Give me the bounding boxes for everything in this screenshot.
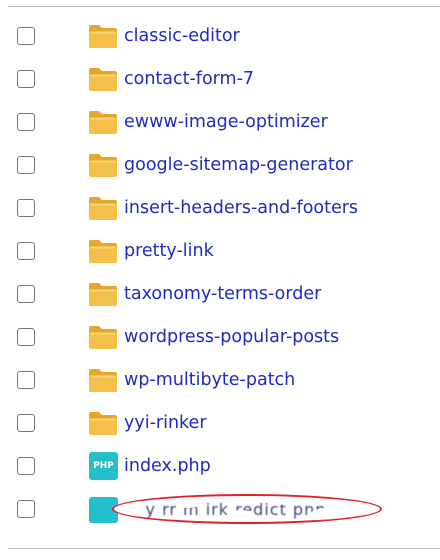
folder-icon [88, 66, 118, 92]
file-list: classic-editor contact-form-7 ewww-image-o… [0, 15, 440, 531]
file-row: wp-multibyte-patch [0, 359, 440, 402]
file-row: contact-form-7 [0, 58, 440, 101]
row-checkbox[interactable] [17, 500, 35, 518]
folder-link[interactable]: wp-multibyte-patch [124, 368, 295, 392]
folder-link[interactable]: google-sitemap-generator [124, 153, 353, 177]
file-row: ewww-image-optimizer [0, 101, 440, 144]
list-top-border [8, 6, 440, 7]
folder-icon [88, 324, 118, 350]
folder-link[interactable]: classic-editor [124, 24, 240, 48]
folder-link[interactable]: yyi-rinker [124, 411, 207, 435]
row-checkbox[interactable] [17, 199, 35, 217]
folder-link[interactable]: insert-headers-and-footers [124, 196, 358, 220]
folder-link[interactable]: pretty-link [124, 239, 214, 263]
row-checkbox[interactable] [17, 457, 35, 475]
row-checkbox[interactable] [17, 70, 35, 88]
file-row-obscured: l y rr m irk redict pnp [0, 488, 440, 531]
file-link[interactable]: index.php [124, 454, 211, 478]
php-file-icon: PHP [89, 452, 118, 480]
redaction-mark [174, 496, 202, 508]
folder-link[interactable]: ewww-image-optimizer [124, 110, 328, 134]
row-checkbox[interactable] [17, 285, 35, 303]
folder-icon [88, 410, 118, 436]
folder-icon [88, 109, 118, 135]
redaction-mark [310, 508, 344, 522]
row-checkbox[interactable] [17, 156, 35, 174]
folder-icon [88, 23, 118, 49]
row-checkbox[interactable] [17, 27, 35, 45]
folder-icon [88, 195, 118, 221]
redaction-mark [122, 500, 144, 518]
file-row: PHP index.php [0, 445, 440, 488]
folder-link[interactable]: wordpress-popular-posts [124, 325, 339, 349]
row-checkbox[interactable] [17, 242, 35, 260]
file-row: wordpress-popular-posts [0, 316, 440, 359]
redaction-mark [350, 498, 370, 514]
file-row: yyi-rinker [0, 402, 440, 445]
folder-link[interactable]: contact-form-7 [124, 67, 254, 91]
folder-icon [88, 238, 118, 264]
redaction-mark [226, 510, 256, 522]
row-checkbox[interactable] [17, 414, 35, 432]
folder-icon [88, 281, 118, 307]
folder-icon [88, 152, 118, 178]
file-row: taxonomy-terms-order [0, 273, 440, 316]
file-row: insert-headers-and-footers [0, 187, 440, 230]
row-checkbox[interactable] [17, 371, 35, 389]
list-bottom-border [8, 548, 440, 549]
row-checkbox[interactable] [17, 328, 35, 346]
folder-icon [88, 367, 118, 393]
file-row: classic-editor [0, 15, 440, 58]
row-checkbox[interactable] [17, 113, 35, 131]
file-row: pretty-link [0, 230, 440, 273]
folder-link[interactable]: taxonomy-terms-order [124, 282, 321, 306]
redaction-ellipse: l y rr m irk redict pnp [112, 494, 382, 524]
file-row: google-sitemap-generator [0, 144, 440, 187]
